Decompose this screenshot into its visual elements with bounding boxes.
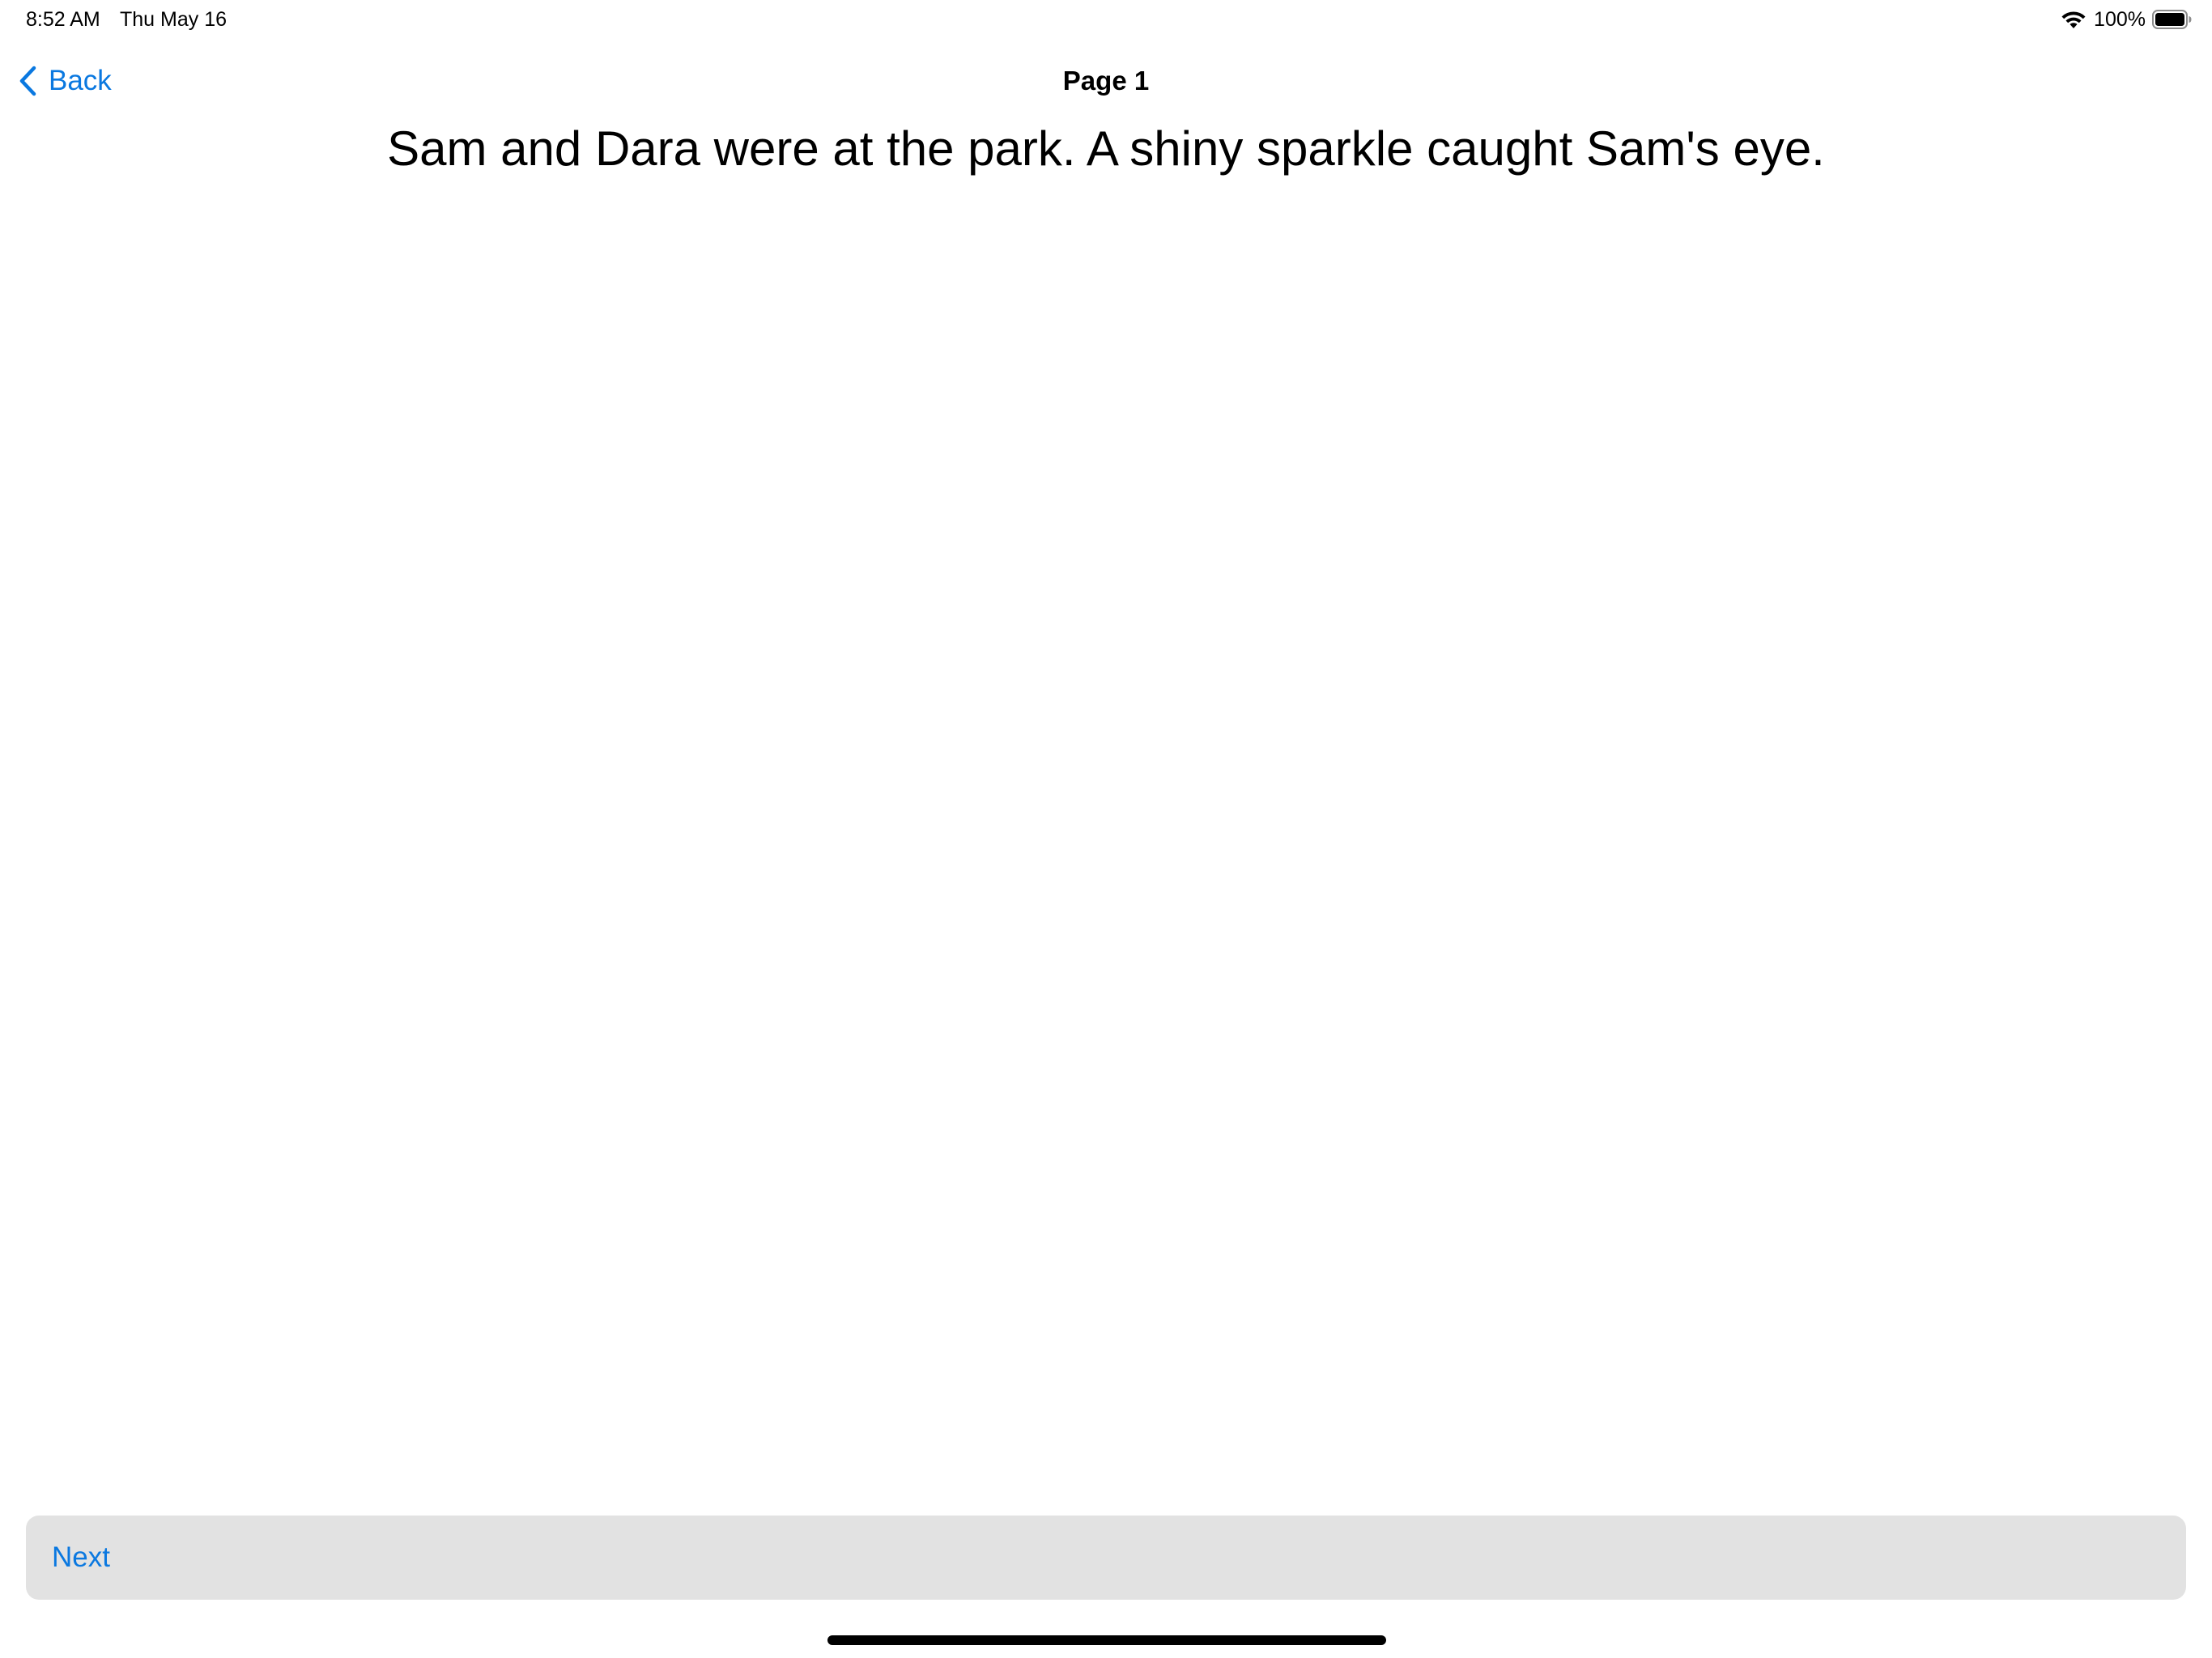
status-indicators: 100%	[2060, 5, 2193, 34]
status-date: Thu May 16	[120, 8, 228, 31]
battery-icon	[2152, 10, 2192, 29]
battery-percent: 100%	[2094, 8, 2146, 31]
status-time: 8:52 AM	[26, 8, 100, 31]
home-indicator[interactable]	[827, 1635, 1386, 1645]
story-text: Sam and Dara were at the park. A shiny s…	[387, 121, 1825, 176]
navigation-bar: Back Page 1	[0, 49, 2212, 113]
screen: 8:52 AM Thu May 16 100% Back Page 1 Sam …	[0, 0, 2212, 1658]
next-button[interactable]: Next	[26, 1516, 2186, 1600]
next-label: Next	[52, 1541, 110, 1573]
page-title: Page 1	[1062, 66, 1150, 96]
wifi-icon	[2061, 11, 2086, 28]
status-bar: 8:52 AM Thu May 16 100%	[0, 0, 2212, 39]
